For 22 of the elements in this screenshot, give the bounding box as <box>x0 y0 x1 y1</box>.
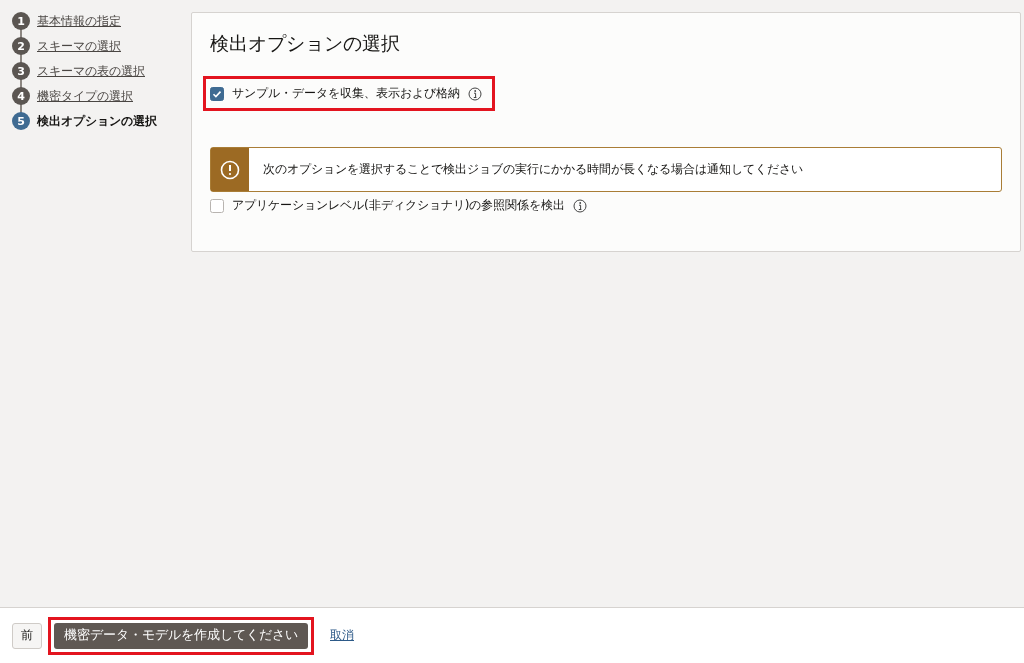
step-link[interactable]: 機密タイプの選択 <box>37 87 133 105</box>
step-link[interactable]: 検出オプションの選択 <box>37 112 157 130</box>
step-link[interactable]: 基本情報の指定 <box>37 12 121 30</box>
create-button[interactable]: 機密データ・モデルを作成してください <box>54 622 308 649</box>
checkbox-label: サンプル・データを収集、表示および格納 <box>232 85 460 102</box>
back-button[interactable]: 前 <box>12 622 42 649</box>
warning-icon <box>220 159 240 180</box>
cancel-link[interactable]: 取消 <box>330 627 354 644</box>
checkbox[interactable] <box>210 86 224 101</box>
checkbox[interactable] <box>210 198 224 213</box>
info-icon[interactable] <box>573 198 588 213</box>
step-number: 1 <box>12 12 30 30</box>
step-link[interactable]: スキーマの選択 <box>37 37 121 55</box>
step-link[interactable]: スキーマの表の選択 <box>37 62 145 80</box>
checkbox-label: アプリケーションレベル(非ディクショナリ)の参照関係を検出 <box>232 197 566 214</box>
step-number: 5 <box>12 112 30 130</box>
step-number: 3 <box>12 62 30 80</box>
step-number: 2 <box>12 37 30 55</box>
info-icon[interactable] <box>468 86 482 101</box>
warning-text: 次のオプションを選択することで検出ジョブの実行にかかる時間が長くなる場合は通知してください <box>262 161 803 178</box>
panel-title: 検出オプションの選択 <box>210 31 401 56</box>
step-number: 4 <box>12 87 30 105</box>
